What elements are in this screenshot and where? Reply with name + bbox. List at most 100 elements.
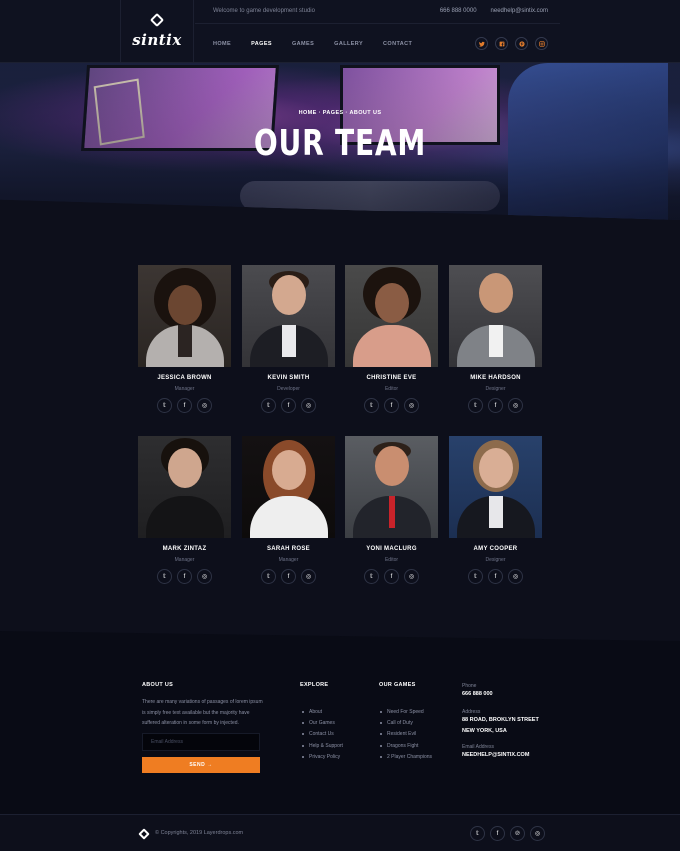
instagram-icon[interactable]: ◎ [530,826,545,841]
team-member-photo [242,265,335,367]
nav-games[interactable]: Games [292,41,314,47]
team-member-social: 𝕥 f ◎ [345,398,438,413]
facebook-icon[interactable]: f [488,569,503,584]
team-member-social: 𝕥 f ◎ [345,569,438,584]
team-member-name: Sarah Rose [266,546,310,552]
footer-logo-icon[interactable] [138,828,150,840]
team-member-photo [345,265,438,367]
instagram-icon[interactable]: ◎ [404,398,419,413]
instagram-icon[interactable]: ◎ [404,569,419,584]
breadcrumb[interactable]: HOME · PAGES · ABOUT US [0,110,680,116]
team-member-name: Amy Cooper [473,546,518,552]
team-member-role: Developer [277,386,300,392]
twitter-icon[interactable]: 𝕥 [157,398,172,413]
facebook-icon[interactable] [495,37,508,50]
team-card: Christine Eve Editor 𝕥 f ◎ [345,265,438,413]
footer-link[interactable]: Contact Us [302,729,343,740]
team-member-social: 𝕥 f ◎ [138,398,231,413]
top-bar: Welcome to game development studio 666 8… [195,0,560,24]
footer-email[interactable]: NEEDHELP@SINTIX.COM [462,750,529,761]
facebook-icon[interactable]: f [281,569,296,584]
twitter-icon[interactable]: 𝕥 [157,569,172,584]
instagram-icon[interactable] [535,37,548,50]
team-member-role: Editor [384,557,399,563]
newsletter-send-button[interactable]: SEND → [142,757,260,773]
team-member-role: Manager [278,557,299,563]
footer-link[interactable]: Privacy Policy [302,752,343,763]
instagram-icon[interactable]: ◎ [301,398,316,413]
facebook-icon[interactable]: f [384,398,399,413]
footer-explore-list: About Our Games Contact Us Help & Suppor… [302,706,343,763]
team-member-name: Mark Zintaz [162,546,207,552]
footer-about-text: There are many variations of passages of… [142,699,263,726]
header-social [475,37,548,50]
instagram-icon[interactable]: ◎ [197,569,212,584]
team-member-photo [345,436,438,538]
footer-link[interactable]: Help & Support [302,740,343,751]
facebook-icon[interactable]: f [177,569,192,584]
team-member-photo [449,436,542,538]
arrow-right-icon: → [207,762,213,768]
team-card: Amy Cooper Designer 𝕥 f ◎ [449,436,542,584]
facebook-icon[interactable]: f [490,826,505,841]
twitter-icon[interactable] [475,37,488,50]
logo[interactable]: sintix [120,0,194,63]
twitter-icon[interactable]: 𝕥 [261,398,276,413]
top-email[interactable]: needhelp@sintix.com [491,8,548,14]
team-card: Mark Zintaz Manager 𝕥 f ◎ [138,436,231,584]
twitter-icon[interactable]: 𝕥 [261,569,276,584]
twitter-icon[interactable]: 𝕥 [468,569,483,584]
team-member-social: 𝕥 f ◎ [242,569,335,584]
team-member-role: Manager [174,386,195,392]
twitter-icon[interactable]: 𝕥 [364,569,379,584]
instagram-icon[interactable]: ◎ [508,398,523,413]
pinterest-icon[interactable]: ℗ [510,826,525,841]
team-member-photo [449,265,542,367]
pinterest-icon[interactable] [515,37,528,50]
footer-link[interactable]: Call of Duty [380,717,432,728]
footer-games-list: Need For Speed Call of Duty Resident Evi… [380,706,432,763]
twitter-icon[interactable]: 𝕥 [364,398,379,413]
top-phone[interactable]: 666 888 0000 [440,8,477,14]
nav-contact[interactable]: Contact [383,41,412,47]
twitter-icon[interactable]: 𝕥 [470,826,485,841]
welcome-text: Welcome to game development studio [213,8,315,14]
team-member-name: Yoni Maclurg [366,546,417,552]
footer-social: 𝕥 f ℗ ◎ [470,826,545,841]
footer-link[interactable]: Resident Evil [380,729,432,740]
facebook-icon[interactable]: f [177,398,192,413]
instagram-icon[interactable]: ◎ [197,398,212,413]
footer-phone[interactable]: 666 888 000 [462,689,493,700]
twitter-icon[interactable]: 𝕥 [468,398,483,413]
footer-games-title: Our Games [379,682,416,688]
instagram-icon[interactable]: ◎ [508,569,523,584]
team-member-name: Kevin Smith [267,375,310,381]
nav-gallery[interactable]: Gallery [334,41,363,47]
footer-about-title: About Us [142,682,174,688]
team-member-name: Jessica Brown [157,375,212,381]
footer-explore-title: Explore [300,682,329,688]
team-member-social: 𝕥 f ◎ [138,569,231,584]
footer-link[interactable]: 2 Player Champions [380,752,432,763]
bottom-bar: © Copyrights, 2019 Layerdrops.com 𝕥 f ℗ … [0,814,680,851]
team-card: Jessica Brown Manager 𝕥 f ◎ [138,265,231,413]
logo-text: sintix [132,30,182,49]
team-member-social: 𝕥 f ◎ [449,398,542,413]
footer-link[interactable]: Our Games [302,717,343,728]
team-member-social: 𝕥 f ◎ [449,569,542,584]
facebook-icon[interactable]: f [384,569,399,584]
footer-address: 88 ROAD, BROKLYN STREET NEW YORK, USA [462,717,539,734]
footer-link[interactable]: Need For Speed [380,706,432,717]
top-contact: 666 888 0000 needhelp@sintix.com [440,8,548,14]
nav-home[interactable]: Home [213,41,231,47]
team-member-social: 𝕥 f ◎ [242,398,335,413]
team-member-role: Designer [485,386,506,392]
facebook-icon[interactable]: f [281,398,296,413]
footer-link[interactable]: About [302,706,343,717]
newsletter-email-input[interactable]: Email Address [142,733,260,751]
instagram-icon[interactable]: ◎ [301,569,316,584]
footer-link[interactable]: Dragons Fight [380,740,432,751]
team-member-role: Designer [485,557,506,563]
nav-pages[interactable]: Pages [251,41,272,47]
facebook-icon[interactable]: f [488,398,503,413]
